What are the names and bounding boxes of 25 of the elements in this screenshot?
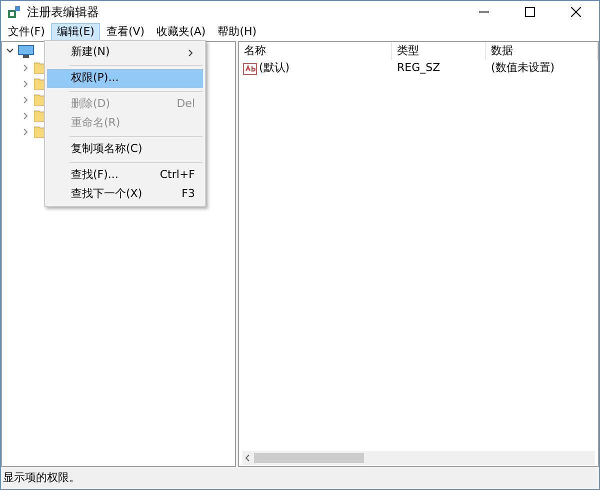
menu-item[interactable]: 查看(V) bbox=[100, 23, 151, 41]
column-header[interactable]: 类型 bbox=[392, 42, 486, 60]
menu-entry[interactable]: 新建(N) bbox=[47, 43, 203, 62]
table-cell-text: REG_SZ bbox=[396, 60, 442, 76]
menu-item[interactable]: 编辑(E) bbox=[50, 23, 100, 41]
menu-item[interactable]: 收藏夹(A) bbox=[150, 23, 212, 41]
menu-entry[interactable]: 权限(P)... bbox=[47, 69, 203, 88]
table-cell-text: (数值未设置) bbox=[490, 60, 556, 76]
computer-icon bbox=[18, 44, 34, 58]
status-text: 显示项的权限。 bbox=[3, 470, 80, 486]
app-icon bbox=[7, 5, 21, 19]
chevron-icon[interactable] bbox=[6, 47, 14, 55]
menu-entry[interactable]: 复制项名称(C) bbox=[47, 140, 203, 159]
horizontal-scrollbar[interactable] bbox=[242, 451, 595, 465]
column-header[interactable]: 名称 bbox=[239, 42, 392, 60]
menu-item[interactable]: 帮助(H) bbox=[212, 23, 263, 41]
maximize-icon bbox=[525, 7, 535, 17]
menu-entry[interactable]: 查找下一个(X) F3 bbox=[47, 185, 203, 204]
table-cell-text: (默认) bbox=[259, 60, 290, 76]
string-value-icon bbox=[243, 62, 257, 74]
menu-item[interactable]: 文件(F) bbox=[2, 23, 51, 41]
close-icon bbox=[571, 7, 581, 17]
window-title: 注册表编辑器 bbox=[27, 4, 99, 21]
column-header[interactable]: 数据 bbox=[486, 42, 598, 60]
menu-entry[interactable]: 查找(F)... Ctrl+F bbox=[47, 166, 203, 185]
